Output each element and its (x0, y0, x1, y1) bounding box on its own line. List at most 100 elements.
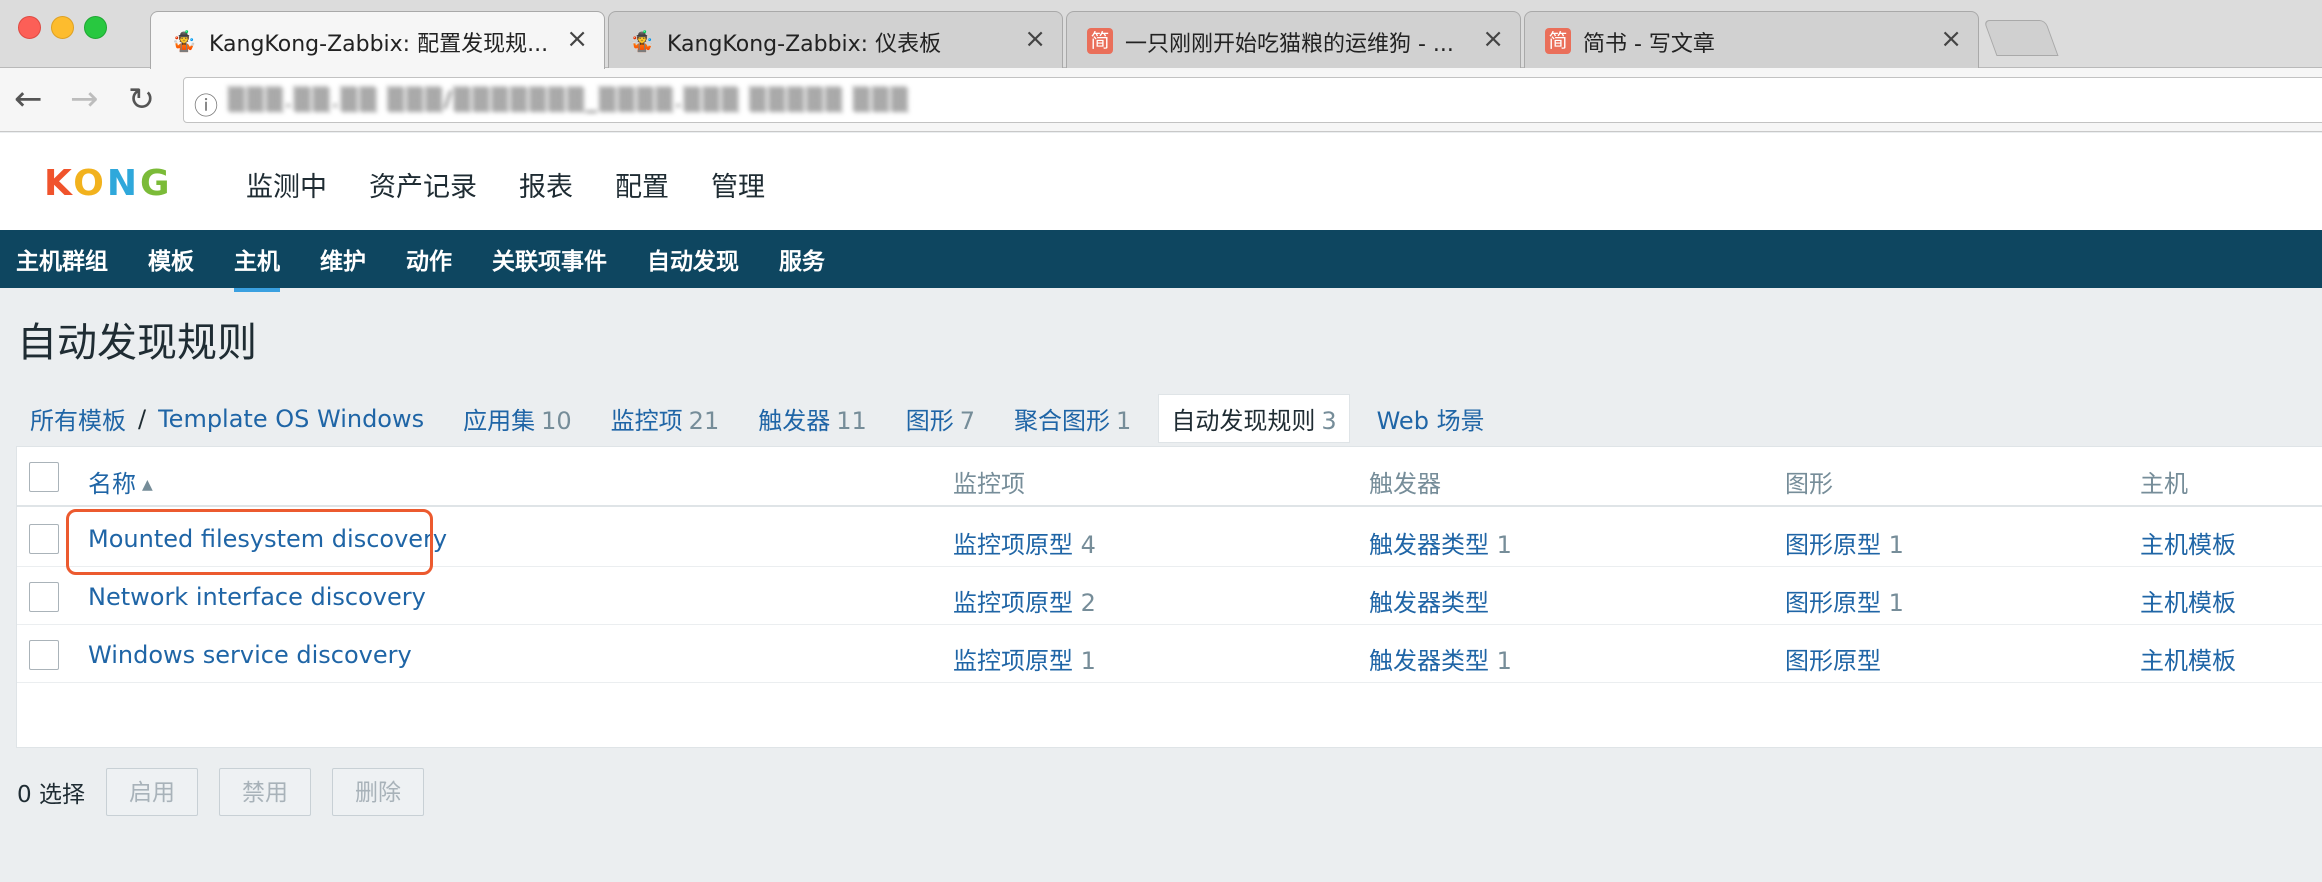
new-tab-button[interactable] (1983, 20, 2059, 56)
trigger-prototypes-link[interactable]: 触发器类型 1 (1369, 525, 1512, 560)
jianshu-favicon-icon: 简 (1545, 28, 1571, 54)
select-all-checkbox[interactable] (29, 462, 59, 492)
logo-letter: O (73, 163, 107, 204)
logo-letter: G (140, 163, 173, 204)
column-header-name[interactable]: 名称 ▲ (88, 464, 153, 499)
submenu-host-groups[interactable]: 主机群组 (16, 242, 108, 276)
main-menu-monitoring[interactable]: 监测中 (246, 165, 327, 204)
discovery-rules-table: 名称 ▲ 监控项 触发器 图形 主机 Mounted filesystem dis… (16, 446, 2322, 748)
column-header-triggers: 触发器 (1369, 470, 1441, 498)
zabbix-favicon-icon: 🤹 (629, 29, 655, 53)
nav-graphs[interactable]: 图形 7 (906, 401, 975, 436)
nav-triggers[interactable]: 触发器 11 (758, 401, 867, 436)
breadcrumb-all-templates[interactable]: 所有模板 (30, 401, 126, 436)
host-prototypes-link[interactable]: 主机模板 (2140, 583, 2236, 618)
main-menu-inventory[interactable]: 资产记录 (369, 165, 477, 204)
table-row: Windows service discovery 监控项原型 1 触发器类型 … (17, 625, 2322, 683)
column-header-hosts: 主机 (2140, 470, 2188, 498)
graph-prototypes-link[interactable]: 图形原型 1 (1785, 583, 1904, 618)
rule-name-link[interactable]: Windows service discovery (88, 641, 412, 669)
submenu-maintenance[interactable]: 维护 (320, 242, 366, 276)
rule-name-link[interactable]: Network interface discovery (88, 583, 426, 611)
breadcrumb-separator: / (138, 404, 147, 433)
forward-arrow-icon[interactable]: → (70, 80, 99, 118)
disable-button[interactable]: 禁用 (218, 768, 311, 816)
nav-label: 触发器 (758, 407, 831, 435)
table-header: 名称 ▲ 监控项 触发器 图形 主机 (17, 447, 2322, 507)
host-prototypes-link[interactable]: 主机模板 (2140, 525, 2236, 560)
main-menu-configuration[interactable]: 配置 (615, 165, 669, 246)
nav-count: 10 (541, 407, 572, 435)
enable-button[interactable]: 启用 (105, 768, 198, 816)
window-minimize-button[interactable] (51, 16, 74, 39)
nav-discovery-rules[interactable]: 自动发现规则 3 (1158, 394, 1350, 443)
window-close-button[interactable] (18, 16, 41, 39)
row-checkbox[interactable] (29, 582, 59, 612)
nav-count: 21 (688, 407, 720, 435)
delete-button[interactable]: 删除 (331, 768, 424, 816)
host-prototypes-link[interactable]: 主机模板 (2140, 641, 2236, 676)
page-info-icon[interactable]: ⓘ (194, 86, 218, 121)
selected-count: 0 选择 (17, 782, 85, 808)
link-count: 1 (1496, 647, 1512, 675)
nav-screens[interactable]: 聚合图形 1 (1014, 401, 1131, 436)
reload-icon[interactable]: ↻ (128, 80, 155, 118)
link-label: 图形原型 (1785, 647, 1881, 675)
main-menu: 监测中 资产记录 报表 配置 管理 (246, 165, 807, 246)
tab-title: 简书 - 写文章 (1583, 32, 1715, 57)
tab-close-icon[interactable]: × (1482, 25, 1504, 53)
submenu-correlation[interactable]: 关联项事件 (492, 242, 607, 276)
browser-tab[interactable]: 🤹 KangKong-Zabbix: 仪表板 × (608, 11, 1063, 68)
tab-title: KangKong-Zabbix: 配置发现规... (209, 32, 549, 57)
kong-logo[interactable]: KONG (44, 163, 173, 204)
table-footer: 0 选择 启用 禁用 删除 (17, 768, 445, 816)
trigger-prototypes-link[interactable]: 触发器类型 1 (1369, 641, 1512, 676)
nav-web-scenarios[interactable]: Web 场景 (1377, 401, 1485, 436)
column-header-label: 名称 (88, 470, 136, 498)
main-menu-administration[interactable]: 管理 (711, 165, 765, 204)
sort-ascending-icon: ▲ (142, 477, 153, 493)
submenu-actions[interactable]: 动作 (406, 242, 452, 276)
zabbix-favicon-icon: 🤹 (171, 29, 197, 53)
main-menu-reports[interactable]: 报表 (519, 165, 573, 204)
nav-label: 聚合图形 (1014, 407, 1111, 435)
row-checkbox[interactable] (29, 524, 59, 554)
nav-count: 1 (1116, 407, 1132, 435)
graph-prototypes-link[interactable]: 图形原型 (1785, 641, 1881, 676)
address-bar[interactable]: ⓘ ▒▒▒.▒▒.▒▒ ▒▒▒/▒▒▒▒▒▒▒_▒▒▒▒.▒▒▒ ▒▒▒▒▒ ▒… (183, 77, 2322, 123)
nav-count: 11 (836, 407, 867, 435)
nav-label: 自动发现规则 (1171, 407, 1316, 435)
link-label: 触发器类型 (1369, 531, 1489, 559)
browser-tab[interactable]: 简 简书 - 写文章 × (1524, 11, 1979, 68)
browser-tab[interactable]: 简 一只刚刚开始吃猫粮的运维狗 - ... × (1066, 11, 1521, 68)
breadcrumb-template[interactable]: Template OS Windows (158, 405, 424, 433)
trigger-prototypes-link[interactable]: 触发器类型 (1369, 583, 1489, 618)
graph-prototypes-link[interactable]: 图形原型 1 (1785, 525, 1904, 560)
tab-close-icon[interactable]: × (1940, 25, 1962, 53)
link-label: 监控项原型 (953, 531, 1073, 559)
app-header: KONG 监测中 资产记录 报表 配置 管理 (0, 133, 2322, 246)
link-count: 2 (1080, 589, 1096, 617)
nav-items[interactable]: 监控项 21 (611, 401, 720, 436)
submenu-hosts[interactable]: 主机 (234, 242, 280, 292)
column-header-graphs: 图形 (1785, 470, 1833, 498)
tab-close-icon[interactable]: × (1024, 25, 1046, 53)
back-arrow-icon[interactable]: ← (14, 80, 43, 118)
nav-applications[interactable]: 应用集 10 (463, 401, 572, 436)
link-count: 1 (1496, 531, 1512, 559)
submenu-services[interactable]: 服务 (779, 242, 825, 276)
nav-label: Web 场景 (1376, 407, 1485, 435)
row-checkbox[interactable] (29, 640, 59, 670)
browser-tab-active[interactable]: 🤹 KangKong-Zabbix: 配置发现规... × (150, 11, 605, 69)
item-prototypes-link[interactable]: 监控项原型 1 (953, 641, 1096, 676)
submenu-templates[interactable]: 模板 (148, 242, 194, 276)
tab-close-icon[interactable]: × (566, 25, 588, 53)
page-title: 自动发现规则 (17, 320, 257, 366)
item-prototypes-link[interactable]: 监控项原型 4 (953, 525, 1096, 560)
item-prototypes-link[interactable]: 监控项原型 2 (953, 583, 1096, 618)
submenu-discovery[interactable]: 自动发现 (647, 242, 739, 276)
link-label: 监控项原型 (953, 647, 1073, 675)
link-count: 1 (1080, 647, 1096, 675)
window-zoom-button[interactable] (84, 16, 107, 39)
nav-count: 7 (959, 407, 976, 435)
